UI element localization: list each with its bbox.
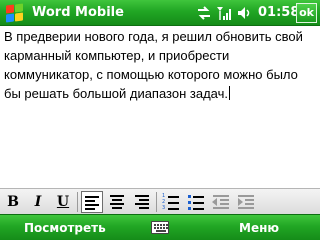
numbered-list-button[interactable]: 1 2 3 — [160, 191, 182, 213]
toolbar-separator — [156, 191, 157, 212]
title-bar: Word Mobile 01:58 ok — [0, 0, 320, 26]
align-right-button[interactable] — [131, 191, 153, 213]
document-body[interactable]: В предверии нового года, я решил обновит… — [4, 27, 318, 103]
system-tray — [196, 0, 256, 26]
view-softkey[interactable]: Посмотреть — [24, 215, 106, 240]
clock[interactable]: 01:58 — [258, 0, 299, 26]
align-left-button[interactable] — [81, 190, 103, 213]
keyboard-icon[interactable] — [151, 221, 169, 234]
document-paragraph[interactable]: В предверии нового года, я решил обновит… — [4, 29, 303, 101]
underline-button[interactable]: U — [52, 191, 74, 213]
softkey-bar: Посмотреть Меню — [0, 214, 320, 240]
bulleted-list-button[interactable] — [185, 191, 207, 213]
volume-icon[interactable] — [236, 5, 252, 21]
decrease-indent-button[interactable] — [210, 191, 232, 213]
align-center-button[interactable] — [106, 191, 128, 213]
document-area[interactable]: В предверии нового года, я решил обновит… — [0, 27, 320, 188]
formatting-toolbar: B I U 1 2 3 — [0, 188, 320, 214]
connectivity-icon[interactable] — [196, 5, 212, 21]
increase-indent-button[interactable] — [235, 191, 257, 213]
menu-softkey[interactable]: Меню — [239, 215, 279, 240]
bold-button[interactable]: B — [2, 191, 24, 213]
ok-button[interactable]: ok — [296, 3, 317, 23]
toolbar-separator — [77, 191, 78, 212]
app-title: Word Mobile — [32, 5, 124, 20]
signal-strength-icon[interactable] — [216, 5, 232, 21]
italic-button[interactable]: I — [27, 191, 49, 213]
windows-start-icon[interactable] — [2, 1, 26, 25]
text-cursor — [229, 86, 230, 100]
